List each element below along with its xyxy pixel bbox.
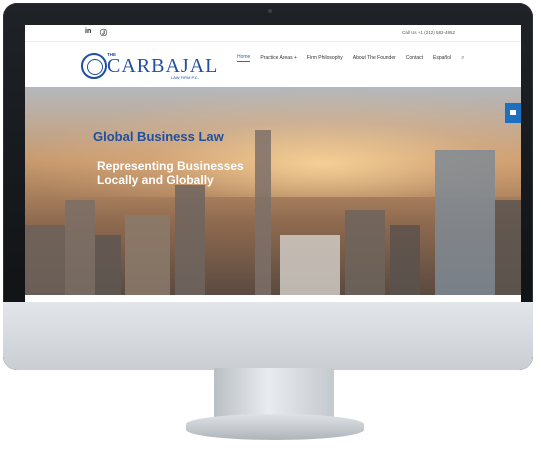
city-building xyxy=(175,185,205,295)
city-building xyxy=(345,210,385,295)
side-chat-button[interactable] xyxy=(505,103,521,123)
city-building xyxy=(495,200,521,295)
empire-state-building xyxy=(255,130,271,295)
camera-dot xyxy=(268,9,272,13)
hero-subtitle: Representing Businesses Locally and Glob… xyxy=(97,159,277,187)
globe-icon xyxy=(81,53,107,79)
city-building xyxy=(65,200,95,295)
city-building xyxy=(280,235,340,295)
linkedin-icon[interactable]: in xyxy=(85,28,91,35)
city-building xyxy=(390,225,420,295)
hero-subtitle-line1: Representing Businesses xyxy=(97,159,244,173)
nav-home[interactable]: Home xyxy=(237,54,251,62)
hero-banner: Global Business Law Representing Busines… xyxy=(25,87,521,295)
nav-firm-philosophy[interactable]: Firm Philosophy xyxy=(307,55,343,61)
city-building xyxy=(95,235,121,295)
call-us-text: Call Us +1 (212) 582-4852 xyxy=(402,30,455,35)
city-building xyxy=(435,150,495,295)
logo-name: CARBAJAL xyxy=(107,55,219,77)
nav-practice-areas[interactable]: Practice Areas + xyxy=(260,55,297,61)
hero-subtitle-line2: Locally and Globally xyxy=(97,173,214,187)
nav-about-founder[interactable]: About The Founder xyxy=(353,55,396,61)
plus-icon: + xyxy=(293,55,297,61)
monitor-stand-base xyxy=(186,414,364,440)
site-header: THE CARBAJAL LAW FIRM P.C. Home Practice… xyxy=(25,41,521,88)
monitor-chin xyxy=(3,302,533,370)
nav-contact[interactable]: Contact xyxy=(406,55,423,61)
hero-title: Global Business Law xyxy=(93,129,224,144)
monitor-stand-neck xyxy=(214,368,334,418)
firm-logo[interactable]: THE CARBAJAL LAW FIRM P.C. xyxy=(81,50,231,80)
skype-icon[interactable]: Ⓙ xyxy=(100,28,107,38)
website-screen: in Ⓙ Call Us +1 (212) 582-4852 THE CARBA… xyxy=(25,25,521,303)
top-bar: in Ⓙ Call Us +1 (212) 582-4852 xyxy=(25,25,521,41)
logo-subtitle: LAW FIRM P.C. xyxy=(171,75,199,80)
search-icon[interactable]: ⌕ xyxy=(461,55,464,62)
nav-practice-areas-label: Practice Areas xyxy=(260,55,293,61)
city-building xyxy=(125,215,170,295)
city-building xyxy=(25,225,65,295)
nav-espanol[interactable]: Español xyxy=(433,55,451,61)
main-nav: Home Practice Areas + Firm Philosophy Ab… xyxy=(237,54,464,62)
